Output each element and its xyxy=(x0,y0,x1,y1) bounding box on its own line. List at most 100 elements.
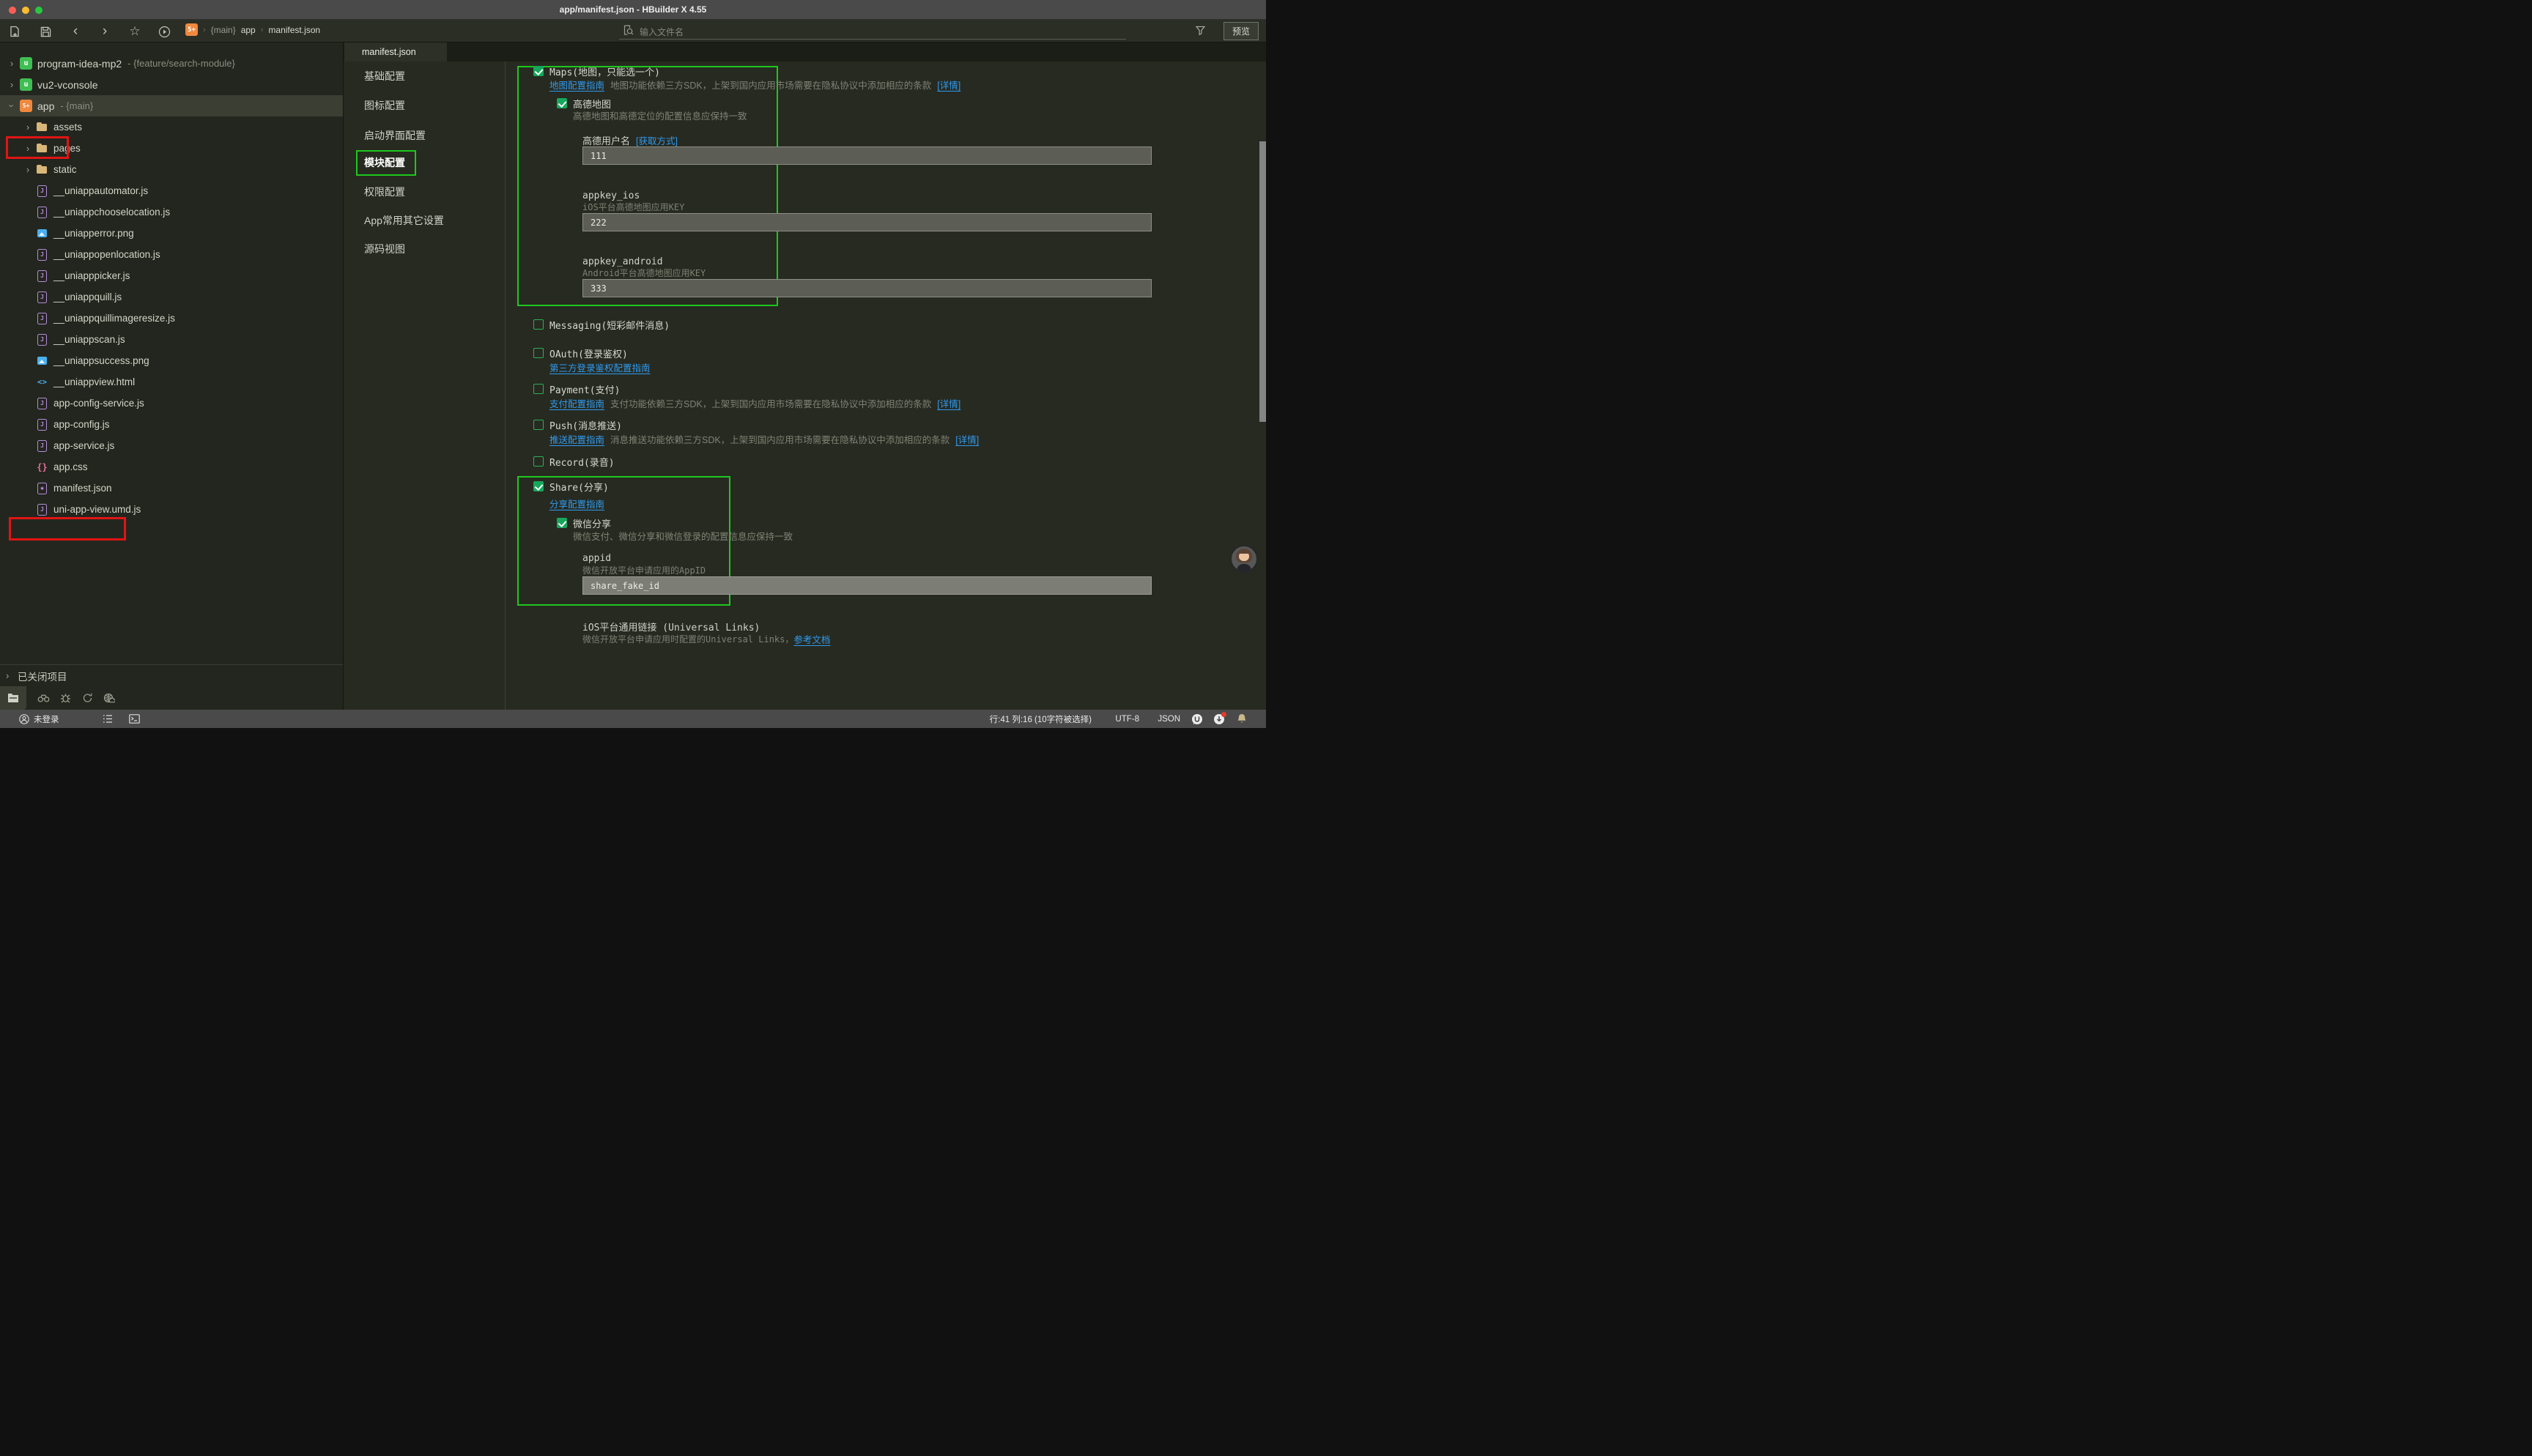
file-type-icon xyxy=(36,439,48,452)
tree-item[interactable]: › app-config-service.js xyxy=(0,393,343,414)
push-checkbox[interactable] xyxy=(533,420,544,430)
tree-item[interactable]: › app-config.js xyxy=(0,414,343,435)
tree-item[interactable]: › program-idea-mp2 - {feature/search-mod… xyxy=(0,53,343,74)
debug-bug-icon[interactable] xyxy=(54,686,76,710)
config-nav-item[interactable]: 模块配置 xyxy=(364,155,405,170)
appkey-ios-input[interactable] xyxy=(582,213,1152,231)
uni-feedback-icon[interactable] xyxy=(1191,713,1203,725)
share-checkbox[interactable] xyxy=(533,481,544,491)
oauth-guide-link[interactable]: 第三方登录鉴权配置指南 xyxy=(549,360,651,374)
breadcrumb-project[interactable]: app xyxy=(241,25,256,35)
config-nav-item[interactable]: 图标配置 xyxy=(364,98,405,113)
star-icon[interactable]: ☆ xyxy=(126,23,144,40)
tree-item[interactable]: › __uniappchooselocation.js xyxy=(0,201,343,223)
tab-bar: manifest.json xyxy=(344,42,1266,62)
tree-item[interactable]: › app - {main} xyxy=(0,95,343,116)
encoding-indicator[interactable]: UTF-8 xyxy=(1115,715,1139,724)
save-icon[interactable] xyxy=(37,23,54,40)
file-search-input[interactable]: 输入文件名 xyxy=(619,24,1126,40)
notification-bell-icon[interactable] xyxy=(1237,713,1247,724)
tree-item[interactable]: › app.css xyxy=(0,456,343,478)
oauth-label: OAuth(登录鉴权) xyxy=(549,346,628,360)
maps-detail-link[interactable]: [详情] xyxy=(937,78,960,92)
tree-item-label: __uniapperror.png xyxy=(53,228,134,239)
config-nav-item[interactable]: App常用其它设置 xyxy=(364,213,444,228)
tree-item[interactable]: › app-service.js xyxy=(0,435,343,456)
terminal-icon[interactable] xyxy=(129,714,140,724)
chevron-icon[interactable]: › xyxy=(6,58,18,69)
module-config-panel: Maps(地图，只能选一个) 地图配置指南 地图功能依赖三方SDK，上架到国内应… xyxy=(506,62,1266,710)
payment-checkbox[interactable] xyxy=(533,384,544,394)
maps-checkbox[interactable] xyxy=(533,66,544,76)
tree-item[interactable]: › __uniappquill.js xyxy=(0,286,343,308)
chevron-icon[interactable]: › xyxy=(6,79,18,90)
universal-links-desc: 微信开放平台申请应用时配置的Universal Links， xyxy=(582,633,793,645)
scrollbar[interactable] xyxy=(1259,62,1266,710)
tree-item[interactable]: › __uniapppicker.js xyxy=(0,265,343,286)
messaging-label: Messaging(短彩邮件消息) xyxy=(549,318,670,332)
tree-item[interactable]: › pages xyxy=(0,138,343,159)
universal-links-doc-link[interactable]: 参考文档 xyxy=(793,632,830,646)
tree-item[interactable]: › __uniapperror.png xyxy=(0,223,343,244)
update-download-icon[interactable] xyxy=(1213,713,1225,725)
messaging-checkbox[interactable] xyxy=(533,319,544,330)
sidebar-bottom-tabs xyxy=(0,686,343,710)
forward-icon[interactable]: › xyxy=(96,23,114,40)
payment-detail-link[interactable]: [详情] xyxy=(937,396,960,410)
tree-item[interactable]: › __uniappquillimageresize.js xyxy=(0,308,343,329)
tree-item[interactable]: › manifest.json xyxy=(0,478,343,499)
tree-item[interactable]: › uni-app-view.umd.js xyxy=(0,499,343,520)
appkey-android-input[interactable] xyxy=(582,279,1152,297)
share-appid-input[interactable] xyxy=(582,576,1152,595)
config-nav-item[interactable]: 源码视图 xyxy=(364,242,405,256)
config-nav-item[interactable]: 权限配置 xyxy=(364,185,405,199)
search-binoculars-icon[interactable] xyxy=(32,686,54,710)
amap-user-input[interactable] xyxy=(582,146,1152,165)
language-mode-indicator[interactable]: JSON xyxy=(1158,715,1180,724)
tree-item[interactable]: › assets xyxy=(0,116,343,138)
amap-user-howto-link[interactable]: [获取方式] xyxy=(636,133,678,147)
chevron-icon[interactable]: › xyxy=(7,100,18,112)
new-file-icon[interactable] xyxy=(6,23,23,40)
oauth-checkbox[interactable] xyxy=(533,348,544,358)
login-status[interactable]: 未登录 xyxy=(34,713,59,725)
files-tab[interactable] xyxy=(0,686,26,710)
cursor-position[interactable]: 行:41 列:16 (10字符被选择) xyxy=(990,713,1092,725)
tab-manifest-json[interactable]: manifest.json xyxy=(344,42,447,62)
tree-item-label: __uniappquill.js xyxy=(53,291,122,302)
tree-item[interactable]: › __uniappscan.js xyxy=(0,329,343,350)
scrollbar-thumb[interactable] xyxy=(1259,141,1266,422)
tree-item[interactable]: › static xyxy=(0,159,343,180)
chevron-icon[interactable]: › xyxy=(22,122,34,133)
tree-item[interactable]: › __uniappautomator.js xyxy=(0,180,343,201)
amap-checkbox[interactable] xyxy=(557,98,567,108)
payment-guide-link[interactable]: 支付配置指南 xyxy=(549,396,604,410)
breadcrumb-branch[interactable]: {main} xyxy=(211,25,236,35)
task-list-icon[interactable] xyxy=(103,714,113,724)
chevron-icon[interactable]: › xyxy=(22,143,34,154)
chevron-icon[interactable]: › xyxy=(22,164,34,175)
back-icon[interactable]: ‹ xyxy=(67,23,84,40)
chevron-icon: › xyxy=(6,670,18,681)
push-detail-link[interactable]: [详情] xyxy=(955,432,979,446)
run-icon[interactable] xyxy=(155,23,173,40)
breadcrumb-file[interactable]: manifest.json xyxy=(268,25,320,35)
record-checkbox[interactable] xyxy=(533,456,544,467)
config-nav-item[interactable]: 基础配置 xyxy=(364,69,405,83)
preview-button[interactable]: 预览 xyxy=(1224,22,1259,40)
globe-cloud-icon[interactable] xyxy=(98,686,120,710)
push-guide-link[interactable]: 推送配置指南 xyxy=(549,432,604,446)
maps-guide-link[interactable]: 地图配置指南 xyxy=(549,78,604,92)
tree-item[interactable]: › vu2-vconsole xyxy=(0,74,343,95)
sync-refresh-icon[interactable] xyxy=(76,686,98,710)
wxshare-checkbox[interactable] xyxy=(557,518,567,528)
tree-item[interactable]: › __uniappview.html xyxy=(0,371,343,393)
user-account-icon[interactable] xyxy=(19,714,29,724)
assistant-avatar[interactable] xyxy=(1230,545,1258,573)
config-nav-item[interactable]: 启动界面配置 xyxy=(364,128,426,143)
tree-item[interactable]: › __uniappsuccess.png xyxy=(0,350,343,371)
closed-projects-row[interactable]: › 已关闭项目 xyxy=(0,664,343,686)
tree-item[interactable]: › __uniappopenlocation.js xyxy=(0,244,343,265)
share-guide-link[interactable]: 分享配置指南 xyxy=(549,497,604,510)
filter-funnel-icon[interactable] xyxy=(1196,26,1205,39)
